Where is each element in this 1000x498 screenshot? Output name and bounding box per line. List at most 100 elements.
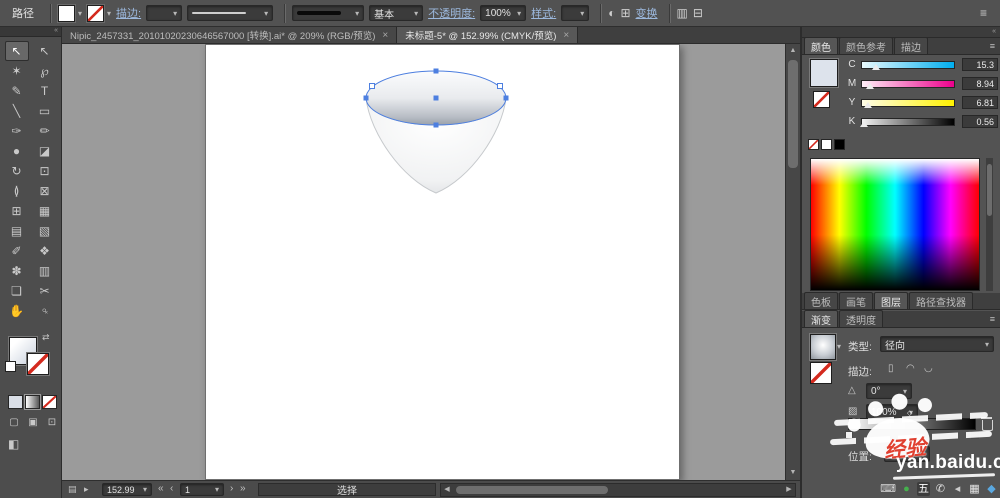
gradient-tool[interactable]: ▧ bbox=[33, 221, 57, 241]
pencil-tool[interactable]: ✏ bbox=[33, 121, 57, 141]
green-app-tray-icon[interactable]: ● bbox=[900, 482, 913, 496]
mesh-tool[interactable]: ▤ bbox=[5, 221, 29, 241]
color-fill-button[interactable] bbox=[8, 395, 23, 409]
scroll-down-icon[interactable]: ▼ bbox=[786, 466, 800, 480]
channel-value-field[interactable]: 8.94 bbox=[962, 77, 998, 90]
gradient-panel-menu-icon[interactable]: ≡ bbox=[990, 314, 995, 324]
default-fill-stroke-icon[interactable] bbox=[5, 361, 16, 372]
selected-artwork[interactable] bbox=[206, 45, 679, 479]
gradient-stroke-proxy[interactable] bbox=[810, 362, 832, 384]
wubi-ime-tray-icon[interactable]: 五 bbox=[917, 482, 930, 496]
symbol-sprayer-tool[interactable]: ✽ bbox=[5, 261, 29, 281]
opacity-select[interactable]: 100% bbox=[480, 5, 527, 21]
artboard[interactable] bbox=[205, 44, 680, 480]
workspace-icon[interactable]: ⊟ bbox=[693, 6, 703, 20]
scroll-left-icon[interactable]: ◀ bbox=[441, 484, 453, 496]
column-graph-tool[interactable]: ▥ bbox=[33, 261, 57, 281]
style-select[interactable] bbox=[561, 5, 590, 21]
gradient-type-select[interactable]: 径向 bbox=[880, 336, 994, 352]
perspective-grid-tool[interactable]: ▦ bbox=[33, 201, 57, 221]
panel-scroll-thumb[interactable] bbox=[987, 164, 992, 216]
panel-tab-color-guide[interactable]: 颜色参考 bbox=[839, 37, 893, 54]
vertical-scroll-thumb[interactable] bbox=[788, 60, 798, 168]
last-artboard-icon[interactable]: » bbox=[240, 483, 246, 494]
dock-collapse-icon[interactable]: « bbox=[992, 28, 996, 35]
lasso-tool[interactable]: ℘ bbox=[33, 61, 57, 81]
selection-tool[interactable]: ↖ bbox=[4, 41, 29, 61]
none-swatch[interactable] bbox=[808, 139, 819, 150]
control-bar-menu-icon[interactable]: ≡ bbox=[980, 6, 987, 20]
panel-tab-color[interactable]: 颜色 bbox=[804, 37, 838, 54]
document-tab[interactable]: Nipic_2457331_20101020230646567000 [转换].… bbox=[62, 27, 398, 43]
scroll-up-icon[interactable]: ▲ bbox=[786, 44, 800, 58]
recolor-artwork-icon[interactable]: ◐ bbox=[608, 6, 615, 20]
gradient-preview-swatch[interactable] bbox=[810, 334, 836, 360]
blend-tool[interactable]: ❖ bbox=[33, 241, 57, 261]
gradient-stroke-along-icon[interactable]: ◠ bbox=[906, 363, 915, 374]
panel-scrollbar[interactable] bbox=[986, 158, 993, 291]
status-doc-icon[interactable]: ▤ bbox=[68, 484, 77, 495]
collapse-tray-icon[interactable]: ◂ bbox=[951, 482, 964, 496]
draw-inside-mode[interactable]: ⊡ bbox=[44, 415, 60, 430]
blob-brush-tool[interactable]: ● bbox=[5, 141, 29, 161]
width-profile-select[interactable] bbox=[187, 5, 274, 21]
eraser-tool[interactable]: ◪ bbox=[33, 141, 57, 161]
screen-mode-button[interactable]: ◧ bbox=[8, 437, 19, 451]
panel-tab-gradient[interactable]: 渐变 bbox=[804, 310, 838, 327]
calendar-tray-icon[interactable]: ▦ bbox=[968, 482, 981, 496]
hand-tool[interactable]: ✋ bbox=[5, 301, 29, 321]
panel-tab-layers[interactable]: 图层 bbox=[874, 292, 908, 309]
pen-tool[interactable]: ✎ bbox=[5, 81, 29, 101]
swap-fill-stroke-icon[interactable]: ⇄ bbox=[42, 332, 50, 343]
panel-tab-stroke[interactable]: 描边 bbox=[894, 37, 928, 54]
phone-tray-icon[interactable]: ✆ bbox=[934, 482, 947, 496]
panel-tab-transparency[interactable]: 透明度 bbox=[839, 310, 883, 327]
tab-close-icon[interactable]: × bbox=[382, 30, 388, 41]
paintbrush-tool[interactable]: ✑ bbox=[5, 121, 29, 141]
delete-stop-icon[interactable] bbox=[981, 417, 993, 431]
status-menu-icon[interactable]: ▸ bbox=[84, 484, 89, 495]
arrange-documents-icon[interactable]: ▥ bbox=[677, 6, 688, 20]
type-tool[interactable]: T bbox=[33, 81, 57, 101]
stroke-swatch[interactable] bbox=[27, 353, 49, 375]
free-transform-tool[interactable]: ⊠ bbox=[33, 181, 57, 201]
vertical-scrollbar[interactable]: ▲ ▼ bbox=[785, 44, 800, 480]
canvas-area[interactable]: ▲ ▼ bbox=[62, 44, 800, 480]
horizontal-scrollbar[interactable]: ◀ ▶ bbox=[440, 483, 796, 497]
stroke-color-swatch[interactable] bbox=[87, 4, 105, 22]
artboard-tool[interactable]: ❏ bbox=[5, 281, 29, 301]
none-fill-button[interactable] bbox=[42, 395, 57, 409]
color-spectrum[interactable] bbox=[810, 158, 980, 291]
scroll-right-icon[interactable]: ▶ bbox=[783, 484, 795, 496]
rotate-tool[interactable]: ↻ bbox=[5, 161, 29, 181]
channel-slider-track[interactable] bbox=[861, 98, 955, 108]
brush-style-select[interactable]: 基本 bbox=[369, 5, 424, 21]
artboard-number-select[interactable]: 1 bbox=[180, 483, 224, 496]
color-panel-menu-icon[interactable]: ≡ bbox=[990, 41, 995, 51]
chat-tray-icon[interactable]: ◆ bbox=[985, 482, 998, 496]
document-tab[interactable]: 未标题-5* @ 152.99% (CMYK/预览) × bbox=[397, 27, 579, 43]
channel-slider-thumb[interactable] bbox=[866, 82, 875, 89]
white-swatch[interactable] bbox=[821, 139, 832, 150]
black-swatch[interactable] bbox=[834, 139, 845, 150]
align-icon[interactable]: ⊞ bbox=[620, 6, 630, 20]
panel-tab-pathfinder[interactable]: 路径查找器 bbox=[909, 292, 973, 309]
gradient-fill-button[interactable] bbox=[24, 394, 41, 410]
style-link[interactable]: 样式: bbox=[531, 5, 556, 21]
channel-slider-thumb[interactable] bbox=[859, 120, 868, 127]
scale-tool[interactable]: ⊡ bbox=[33, 161, 57, 181]
direct-selection-tool[interactable]: ↖ bbox=[33, 41, 57, 61]
channel-value-field[interactable]: 0.56 bbox=[962, 115, 998, 128]
gradient-stroke-within-icon[interactable]: ▯ bbox=[888, 363, 894, 374]
next-artboard-icon[interactable]: › bbox=[230, 483, 233, 494]
zoom-level-select[interactable]: 152.99 bbox=[102, 483, 152, 496]
width-tool[interactable]: ≬ bbox=[5, 181, 29, 201]
panel-tab-brushes[interactable]: 画笔 bbox=[839, 292, 873, 309]
channel-slider-track[interactable] bbox=[861, 60, 955, 70]
channel-value-field[interactable]: 15.3 bbox=[962, 58, 998, 71]
collapse-icon[interactable]: « bbox=[54, 27, 58, 34]
tab-close-icon[interactable]: × bbox=[563, 30, 569, 41]
prev-artboard-icon[interactable]: ‹ bbox=[170, 483, 173, 494]
stroke-weight-select[interactable] bbox=[146, 5, 183, 21]
opacity-link[interactable]: 不透明度: bbox=[428, 5, 475, 21]
